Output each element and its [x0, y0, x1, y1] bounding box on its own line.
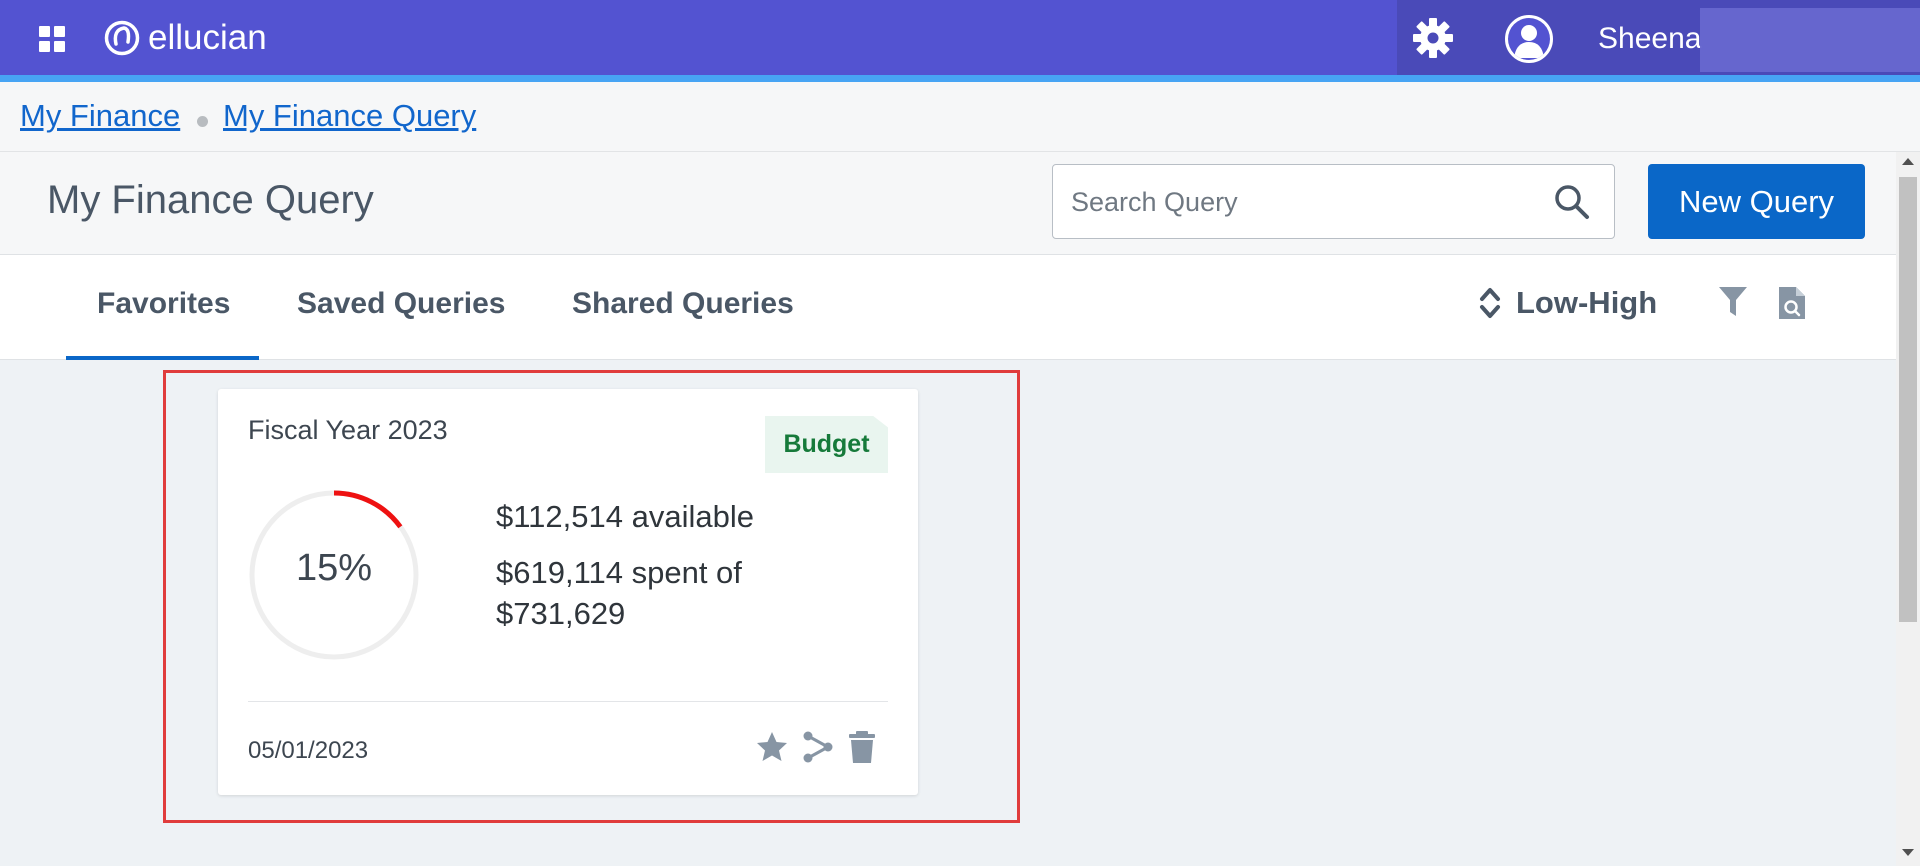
active-tab-indicator: [66, 356, 259, 360]
progress-arc: [333, 490, 403, 529]
sort-label: Low-High: [1516, 285, 1658, 320]
user-avatar-icon[interactable]: [1505, 15, 1553, 63]
ellucian-logo[interactable]: ellucian: [104, 18, 267, 58]
filter-icon[interactable]: [1718, 285, 1748, 319]
trash-icon[interactable]: [845, 729, 879, 765]
user-name[interactable]: Sheena: [1598, 22, 1701, 56]
spent-amount: $619,114 spent of $731,629: [496, 555, 742, 631]
tab-favorites[interactable]: Favorites: [97, 287, 230, 321]
page-title: My Finance Query: [47, 178, 374, 222]
search-box: [1052, 164, 1615, 239]
ellucian-logo-icon: [104, 20, 140, 56]
breadcrumb-my-finance-query[interactable]: My Finance Query: [223, 98, 476, 134]
available-amount: $112,514 available: [496, 499, 754, 534]
document-search-icon[interactable]: [1777, 285, 1807, 321]
card-divider: [248, 701, 888, 702]
search-icon[interactable]: [1553, 183, 1591, 221]
app-name: ellucian: [148, 18, 267, 57]
gear-icon[interactable]: [1412, 17, 1454, 59]
apps-grid-icon[interactable]: [39, 26, 65, 52]
breadcrumb-separator: [197, 116, 208, 127]
query-card[interactable]: Fiscal Year 2023 Budget 15% $112,514 ava…: [218, 389, 918, 795]
page-header: My Finance Query New Query: [0, 152, 1896, 255]
tab-shared-queries[interactable]: Shared Queries: [572, 287, 794, 321]
percent-label: 15%: [295, 547, 373, 589]
share-icon[interactable]: [801, 729, 835, 765]
page-scrollbar[interactable]: [1896, 152, 1920, 866]
scroll-thumb[interactable]: [1899, 177, 1917, 622]
top-app-bar: ellucian Sheena: [0, 0, 1920, 82]
star-icon[interactable]: [755, 729, 789, 765]
tab-bar: Favorites Saved Queries Shared Queries L…: [0, 255, 1896, 360]
scroll-down-arrow[interactable]: [1902, 849, 1914, 856]
sort-arrows-icon: [1480, 288, 1500, 318]
search-input[interactable]: [1071, 183, 1541, 221]
new-query-button[interactable]: New Query: [1648, 164, 1865, 239]
accent-line: [0, 75, 1920, 82]
card-title: Fiscal Year 2023: [248, 415, 448, 445]
budget-badge: Budget: [765, 416, 888, 473]
scroll-up-arrow[interactable]: [1902, 158, 1914, 165]
tab-saved-queries[interactable]: Saved Queries: [297, 287, 505, 321]
breadcrumb-my-finance[interactable]: My Finance: [20, 98, 180, 134]
breadcrumb: My Finance My Finance Query: [0, 82, 1920, 152]
sort-toggle[interactable]: Low-High: [1478, 285, 1657, 321]
card-date: 05/01/2023: [248, 737, 369, 764]
redacted-area: [1700, 8, 1920, 72]
